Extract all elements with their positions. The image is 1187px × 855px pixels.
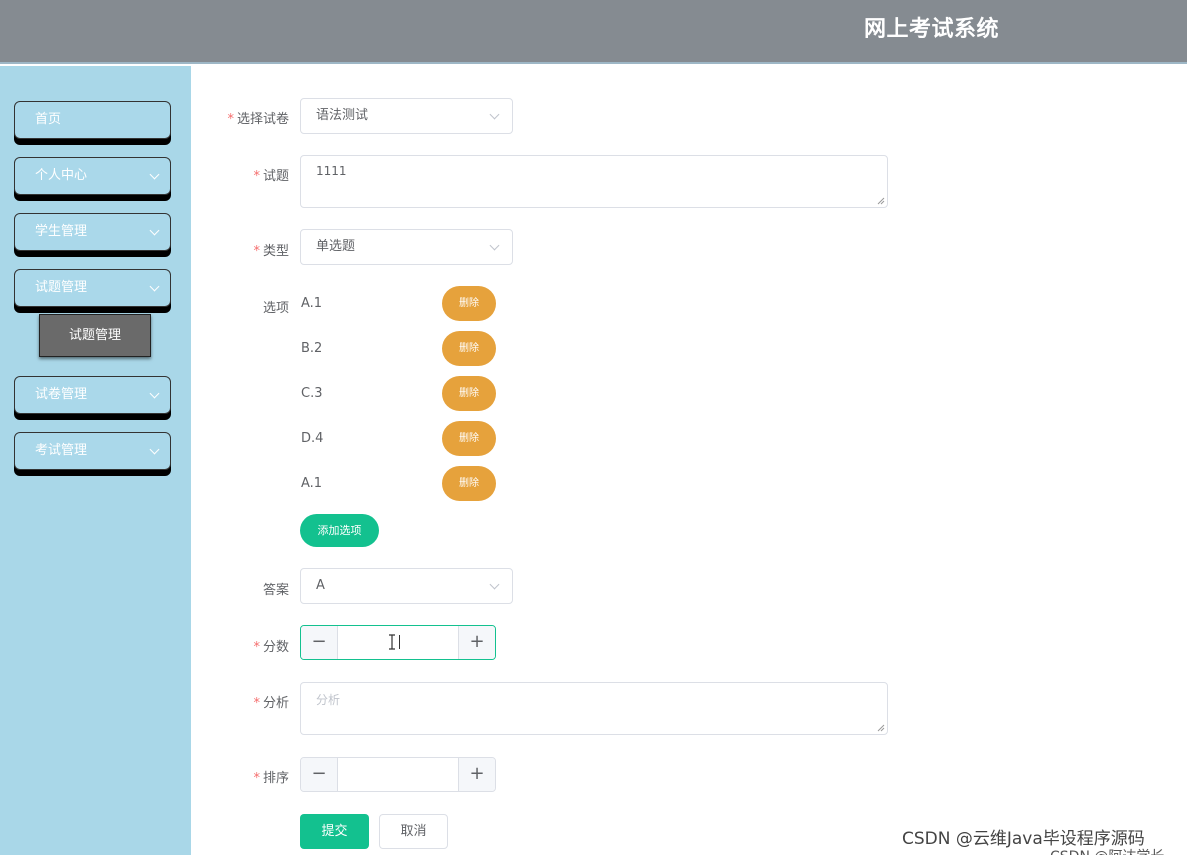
type-select-value: 单选题 xyxy=(316,239,356,254)
chevron-down-icon xyxy=(489,579,500,590)
sort-decrement-button[interactable]: − xyxy=(301,758,338,791)
sort-stepper[interactable]: − + xyxy=(300,757,496,792)
question-text: 1111 xyxy=(316,164,347,178)
delete-option-button-1[interactable]: 删除 xyxy=(442,286,496,321)
sidebar-item-label: 学生管理 xyxy=(35,224,88,239)
question-label: * 试题 xyxy=(253,169,289,184)
type-label: * 类型 xyxy=(253,244,289,259)
delete-option-button-3[interactable]: 删除 xyxy=(442,376,496,411)
sidebar-item-exams[interactable]: 考试管理 xyxy=(14,432,171,470)
paper-label: * 选择试卷 xyxy=(227,112,289,127)
type-select[interactable]: 单选题 xyxy=(300,229,513,265)
option-text-1: A.1 xyxy=(301,296,323,311)
resize-grip-icon[interactable] xyxy=(877,724,885,732)
chevron-down-icon xyxy=(149,388,160,399)
chevron-down-icon xyxy=(149,281,160,292)
sidebar-item-label: 个人中心 xyxy=(35,168,88,183)
analysis-placeholder: 分析 xyxy=(316,693,341,707)
option-text-3: C.3 xyxy=(301,386,323,401)
paper-select-value: 语法测试 xyxy=(316,108,369,123)
option-text-2: B.2 xyxy=(301,341,323,356)
text-caret xyxy=(399,635,400,649)
submit-button[interactable]: 提交 xyxy=(300,814,369,849)
option-text-5: A.1 xyxy=(301,476,323,491)
delete-option-button-2[interactable]: 删除 xyxy=(442,331,496,366)
chevron-down-icon xyxy=(489,109,500,120)
sidebar-item-questions[interactable]: 试题管理 xyxy=(14,269,171,307)
analysis-label: * 分析 xyxy=(253,696,289,711)
sort-increment-button[interactable]: + xyxy=(458,758,495,791)
delete-option-button-4[interactable]: 删除 xyxy=(442,421,496,456)
chevron-down-icon xyxy=(489,240,500,251)
answer-label: 答案 xyxy=(262,583,289,598)
delete-option-button-5[interactable]: 删除 xyxy=(442,466,496,501)
chevron-down-icon xyxy=(149,444,160,455)
add-option-button[interactable]: 添加选项 xyxy=(300,514,379,547)
cancel-button[interactable]: 取消 xyxy=(379,814,448,849)
sidebar-subitem-question-manage[interactable]: 试题管理 xyxy=(39,314,151,357)
sidebar-item-label: 首页 xyxy=(35,112,62,127)
score-decrement-button[interactable]: − xyxy=(301,626,338,659)
resize-grip-icon[interactable] xyxy=(877,197,885,205)
sidebar-item-label: 试题管理 xyxy=(35,280,88,295)
system-title: 网上考试系统 xyxy=(864,17,1000,42)
answer-select-value: A xyxy=(316,578,325,593)
chevron-down-icon xyxy=(149,169,160,180)
options-label: 选项 xyxy=(262,301,289,316)
sidebar-item-students[interactable]: 学生管理 xyxy=(14,213,171,251)
watermark-secondary: CSDN @阿达学长 xyxy=(1050,846,1164,855)
sort-label: * 排序 xyxy=(253,771,289,786)
score-stepper[interactable]: − + xyxy=(300,625,496,660)
sidebar-item-profile[interactable]: 个人中心 xyxy=(14,157,171,195)
chevron-down-icon xyxy=(149,225,160,236)
analysis-textarea[interactable]: 分析 xyxy=(300,682,888,735)
sort-input[interactable] xyxy=(338,758,458,791)
sidebar-item-label: 考试管理 xyxy=(35,443,88,458)
sidebar-item-label: 试卷管理 xyxy=(35,387,88,402)
score-input[interactable] xyxy=(338,626,458,659)
question-textarea[interactable]: 1111 xyxy=(300,155,888,208)
sidebar-item-home[interactable]: 首页 xyxy=(14,101,171,139)
score-label: * 分数 xyxy=(253,640,289,655)
option-text-4: D.4 xyxy=(301,431,324,446)
answer-select[interactable]: A xyxy=(300,568,513,604)
paper-select[interactable]: 语法测试 xyxy=(300,98,513,134)
score-increment-button[interactable]: + xyxy=(458,626,495,659)
text-cursor-icon xyxy=(389,634,395,650)
top-header: 网上考试系统 xyxy=(0,0,1187,64)
sidebar-item-papers[interactable]: 试卷管理 xyxy=(14,376,171,414)
